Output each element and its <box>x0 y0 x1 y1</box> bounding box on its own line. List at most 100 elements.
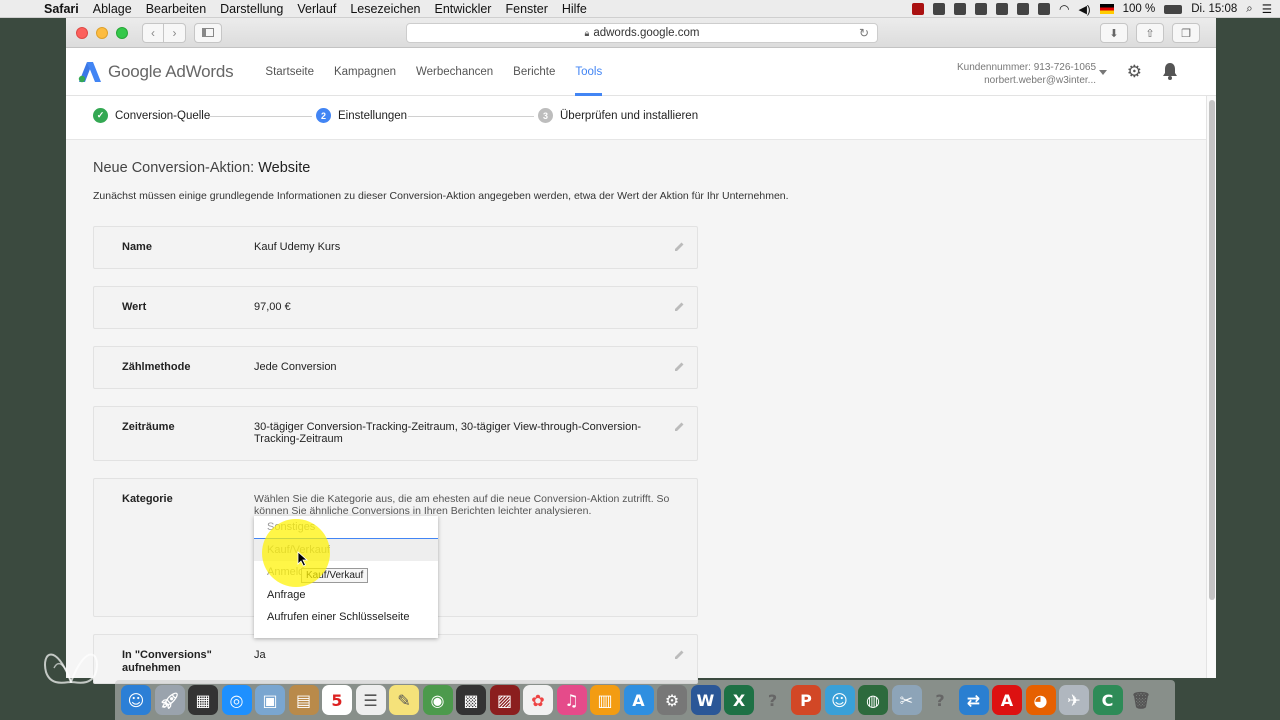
macos-dock: ☺ 🚀︎ ▦ ◎ ▣ ▤ 5 ☰ ✎ ◉ ▩ ▨ ✿ ♫ ▥ A ⚙ W X ?… <box>115 680 1175 720</box>
option-anfrage[interactable]: Anfrage <box>254 584 438 607</box>
teamviewer-icon[interactable]: ⇄ <box>958 685 989 715</box>
screenflow-icon[interactable]: ✈ <box>1059 685 1089 715</box>
contacts-icon[interactable]: ▤ <box>288 685 319 715</box>
field-label: Wert <box>122 301 147 313</box>
reload-icon[interactable]: ↻ <box>859 26 869 40</box>
gear-icon[interactable]: ⚙ <box>1127 62 1142 82</box>
account-info[interactable]: Kundennummer: 913-726-1065 norbert.weber… <box>957 61 1096 87</box>
sync-icon[interactable] <box>974 3 987 15</box>
keyboard-flag-icon[interactable] <box>1099 4 1114 14</box>
camtasia-icon[interactable]: C <box>1092 685 1123 715</box>
adwords-logo-text: Google AdWords <box>108 61 234 81</box>
step-ueberpruefen[interactable]: 3 Überprüfen und installieren <box>538 108 698 123</box>
bluetooth-icon[interactable] <box>1037 3 1050 15</box>
unknown-app-icon[interactable]: ? <box>925 685 955 715</box>
safari-icon[interactable]: ◎ <box>221 685 252 715</box>
menu-lesezeichen[interactable]: Lesezeichen <box>350 2 420 16</box>
field-in-conversions-aufnehmen[interactable]: In "Conversions" aufnehmen Ja <box>93 634 698 684</box>
utilities-icon[interactable]: ✂ <box>891 685 922 715</box>
messages-icon[interactable]: ◉ <box>422 685 453 715</box>
dropbox-icon[interactable] <box>953 3 966 15</box>
tab-kampagnen[interactable]: Kampagnen <box>324 48 406 96</box>
step-einstellungen[interactable]: 2 Einstellungen <box>316 108 407 123</box>
pencil-icon[interactable] <box>674 301 685 312</box>
photo-booth-icon[interactable]: ▩ <box>456 685 486 715</box>
menu-entwickler[interactable]: Entwickler <box>435 2 492 16</box>
photo-app-icon[interactable]: ▨ <box>489 685 520 715</box>
step-conversion-quelle[interactable]: ✓ Conversion-Quelle <box>93 108 210 123</box>
photos-icon[interactable]: ✿ <box>523 685 553 715</box>
finder-icon[interactable]: ☺ <box>121 685 151 715</box>
pencil-icon[interactable] <box>674 241 685 252</box>
time-machine-icon[interactable] <box>1016 3 1029 15</box>
powerpoint-icon[interactable]: P <box>791 685 821 715</box>
close-window-button[interactable] <box>76 26 88 39</box>
downloads-button[interactable]: ⬇ <box>1100 23 1128 43</box>
menu-hilfe[interactable]: Hilfe <box>562 2 587 16</box>
sidebar-toggle-button[interactable] <box>194 22 222 43</box>
system-preferences-icon[interactable]: ⚙ <box>657 685 687 715</box>
tab-startseite[interactable]: Startseite <box>255 48 324 96</box>
lync-icon[interactable]: ☺ <box>824 685 855 715</box>
firefox-icon[interactable]: ◕ <box>1025 685 1056 715</box>
tab-tools[interactable]: Tools <box>565 48 612 96</box>
menu-fenster[interactable]: Fenster <box>505 2 547 16</box>
tab-berichte[interactable]: Berichte <box>503 48 565 96</box>
scrollbar-thumb[interactable] <box>1209 100 1215 600</box>
field-zaehlmethode[interactable]: Zählmethode Jede Conversion <box>93 346 698 389</box>
airplay-icon[interactable] <box>995 3 1008 15</box>
tray-app-icon[interactable] <box>932 3 945 15</box>
minimize-window-button[interactable] <box>96 26 108 39</box>
notification-center-icon[interactable]: ☰ <box>1262 2 1272 16</box>
menu-ablage[interactable]: Ablage <box>93 2 132 16</box>
menu-app-safari[interactable]: Safari <box>44 2 79 16</box>
account-dropdown-icon[interactable] <box>1099 70 1107 75</box>
app-store-icon[interactable]: A <box>623 685 654 715</box>
volume-icon[interactable]: ◀) <box>1078 3 1090 16</box>
notes-icon[interactable]: ✎ <box>389 685 419 715</box>
pencil-icon[interactable] <box>674 649 685 660</box>
pencil-icon[interactable] <box>674 421 685 432</box>
field-name[interactable]: Name Kauf Udemy Kurs <box>93 226 698 269</box>
record-icon[interactable] <box>911 3 924 15</box>
calendar-icon[interactable]: 5 <box>322 685 352 715</box>
field-zeitraeume[interactable]: Zeiträume 30-tägiger Conversion-Tracking… <box>93 406 698 461</box>
clock[interactable]: Di. 15:08 <box>1191 3 1237 15</box>
adwords-logo[interactable]: Google AdWords <box>78 61 234 83</box>
step-label: Überprüfen und installieren <box>560 109 699 122</box>
globe-app-icon[interactable]: ◍ <box>858 685 888 715</box>
word-icon[interactable]: W <box>690 685 721 715</box>
tab-werbechancen[interactable]: Werbechancen <box>406 48 503 96</box>
itunes-icon[interactable]: ♫ <box>556 685 587 715</box>
reminders-icon[interactable]: ☰ <box>355 685 386 715</box>
trash-icon[interactable]: 🗑︎ <box>1126 685 1156 715</box>
page-scrollbar[interactable] <box>1206 96 1216 678</box>
zoom-window-button[interactable] <box>116 26 128 39</box>
menu-darstellung[interactable]: Darstellung <box>220 2 283 16</box>
wifi-icon[interactable]: ◠ <box>1059 2 1069 16</box>
forward-button[interactable]: › <box>164 22 186 43</box>
address-bar[interactable]: 🔒︎ adwords.google.com ↻ <box>406 23 878 43</box>
dashboard-icon[interactable]: ▦ <box>188 685 218 715</box>
unknown-app-icon[interactable]: ? <box>758 685 788 715</box>
acrobat-icon[interactable]: A <box>992 685 1022 715</box>
menu-bearbeiten[interactable]: Bearbeiten <box>146 2 206 16</box>
bell-icon[interactable] <box>1162 62 1178 80</box>
pencil-icon[interactable] <box>674 361 685 372</box>
toolbar-right: ⬇ ⇧ ❐ <box>1100 23 1200 43</box>
option-aufrufen-schluesselseite[interactable]: Aufrufen einer Schlüsselseite <box>254 606 438 629</box>
field-wert[interactable]: Wert 97,00 € <box>93 286 698 329</box>
spotlight-icon[interactable]: ⌕ <box>1246 3 1252 16</box>
url-text: adwords.google.com <box>593 27 700 39</box>
tabs-overview-button[interactable]: ❐ <box>1172 23 1200 43</box>
back-button[interactable]: ‹ <box>142 22 164 43</box>
ibooks-icon[interactable]: ▥ <box>590 685 620 715</box>
menu-verlauf[interactable]: Verlauf <box>297 2 336 16</box>
share-button[interactable]: ⇧ <box>1136 23 1164 43</box>
battery-icon[interactable] <box>1164 4 1183 14</box>
main-nav: Startseite Kampagnen Werbechancen Berich… <box>255 48 612 96</box>
launchpad-icon[interactable]: 🚀︎ <box>154 685 185 715</box>
preview-icon[interactable]: ▣ <box>255 685 285 715</box>
page-title: Neue Conversion-Aktion: Website <box>93 160 310 176</box>
excel-icon[interactable]: X <box>724 685 754 715</box>
